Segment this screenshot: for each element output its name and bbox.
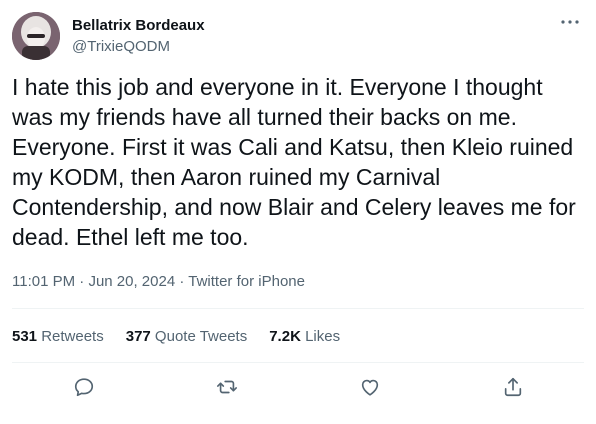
tweet-time[interactable]: 11:01 PM bbox=[12, 273, 75, 290]
more-options-icon[interactable] bbox=[558, 12, 582, 32]
retweets-count: 531 bbox=[12, 328, 38, 345]
avatar[interactable] bbox=[12, 12, 60, 60]
likes-label: Likes bbox=[300, 328, 341, 345]
reply-button[interactable] bbox=[71, 374, 97, 400]
retweets-stat[interactable]: 531 Retweets bbox=[12, 327, 104, 347]
tweet-text: I hate this job and everyone in it. Ever… bbox=[12, 74, 583, 250]
share-button[interactable] bbox=[500, 374, 526, 400]
meta-separator: · bbox=[175, 273, 189, 290]
tweet-card: Bellatrix Bordeaux @TrixieQODM I hate th… bbox=[0, 0, 596, 424]
display-name[interactable]: Bellatrix Bordeaux bbox=[72, 16, 205, 36]
divider bbox=[12, 308, 584, 309]
quote-tweets-label: Quote Tweets bbox=[150, 328, 248, 345]
tweet-meta: 11:01 PM · Jun 20, 2024 · Twitter for iP… bbox=[12, 272, 305, 292]
share-icon bbox=[504, 377, 521, 397]
heart-icon bbox=[361, 379, 378, 396]
likes-stat[interactable]: 7.2K Likes bbox=[269, 327, 340, 347]
meta-separator: · bbox=[75, 273, 89, 290]
action-bar bbox=[12, 372, 584, 402]
likes-count: 7.2K bbox=[269, 328, 301, 345]
divider bbox=[12, 362, 584, 363]
retweet-button[interactable] bbox=[214, 374, 240, 400]
quote-tweets-count: 377 bbox=[125, 328, 151, 345]
retweets-label: Retweets bbox=[37, 328, 104, 345]
retweet-icon bbox=[216, 380, 237, 394]
reply-icon bbox=[74, 378, 93, 397]
user-info: Bellatrix Bordeaux @TrixieQODM bbox=[72, 16, 205, 57]
quote-tweets-stat[interactable]: 377 Quote Tweets bbox=[126, 327, 247, 347]
user-handle[interactable]: @TrixieQODM bbox=[72, 37, 205, 57]
tweet-source[interactable]: Twitter for iPhone bbox=[188, 273, 305, 290]
tweet-date[interactable]: Jun 20, 2024 bbox=[88, 273, 175, 290]
tweet-stats: 531 Retweets 377 Quote Tweets 7.2K Likes bbox=[12, 327, 340, 347]
like-button[interactable] bbox=[357, 374, 383, 400]
